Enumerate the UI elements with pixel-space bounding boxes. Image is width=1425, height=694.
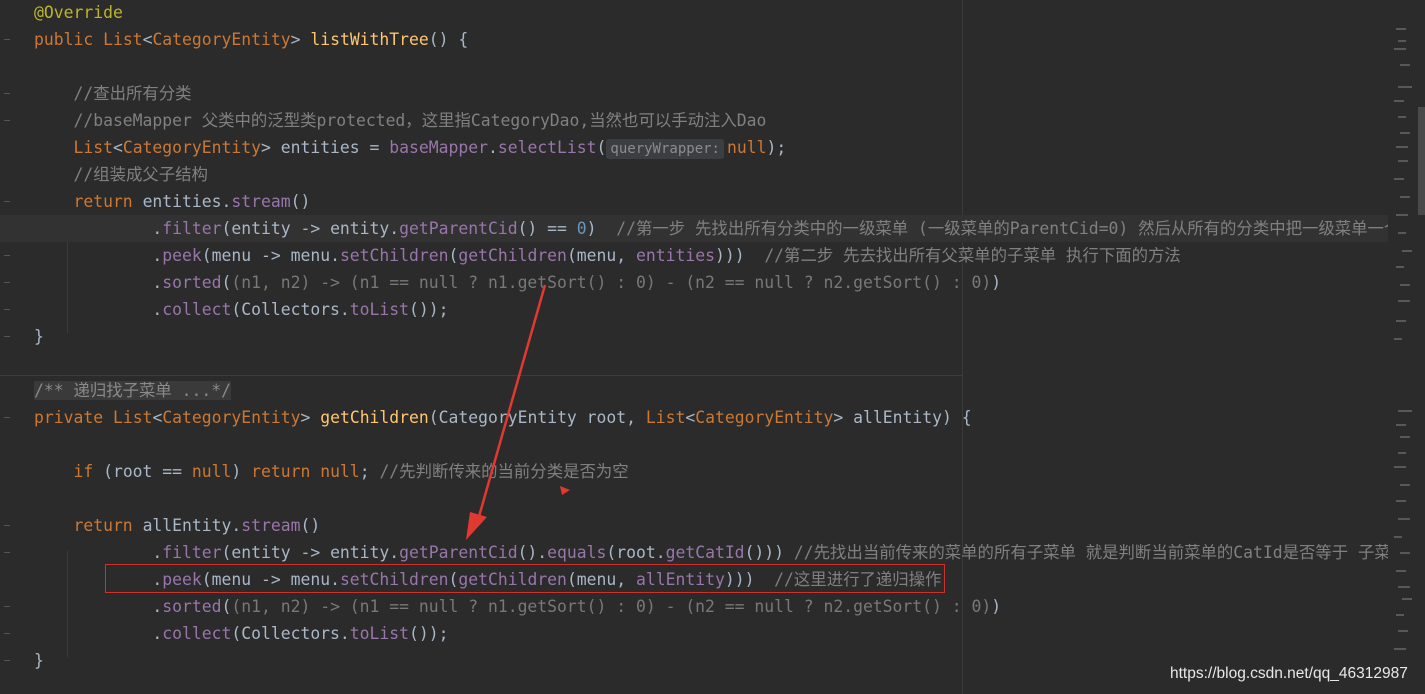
minimap-line <box>1394 648 1406 650</box>
minimap-line <box>1398 116 1406 118</box>
minimap-line <box>1394 338 1402 340</box>
minimap-line <box>1396 266 1404 268</box>
minimap-line <box>1398 518 1410 520</box>
minimap-line <box>1398 232 1406 234</box>
minimap-line <box>1396 214 1408 216</box>
minimap-line <box>1394 466 1406 468</box>
minimap-line <box>1398 410 1412 412</box>
minimap-line <box>1396 614 1404 616</box>
small-red-mark <box>560 486 570 495</box>
minimap-scrollbar[interactable] <box>1388 0 1425 694</box>
minimap-line <box>1400 132 1410 134</box>
minimap-line <box>1398 40 1406 42</box>
minimap-line <box>1400 552 1410 554</box>
minimap-line <box>1400 436 1410 438</box>
minimap-line <box>1394 536 1402 538</box>
minimap-line <box>1398 160 1408 162</box>
minimap-line <box>1402 250 1412 252</box>
minimap-line <box>1394 100 1404 102</box>
watermark: https://blog.csdn.net/qq_46312987 <box>1170 665 1408 682</box>
minimap-line <box>1402 598 1412 600</box>
minimap-line <box>1398 630 1408 632</box>
minimap-line <box>1400 484 1410 486</box>
minimap-line <box>1400 196 1410 198</box>
minimap-line <box>1396 500 1406 502</box>
minimap-line <box>1400 284 1410 286</box>
minimap-line <box>1400 64 1410 66</box>
minimap-line <box>1396 320 1406 322</box>
minimap-line <box>1396 570 1406 572</box>
minimap-line <box>1398 300 1410 302</box>
code-editor[interactable]: @Override public List<CategoryEntity> lis… <box>0 0 1425 694</box>
minimap-line <box>1396 146 1408 148</box>
minimap-line <box>1398 452 1406 454</box>
minimap-line <box>1394 48 1406 50</box>
minimap-line <box>1398 586 1410 588</box>
annotation-arrow <box>466 284 570 540</box>
minimap-line <box>1394 178 1404 180</box>
minimap-line <box>1396 424 1406 426</box>
scrollbar-thumb[interactable] <box>1418 107 1425 215</box>
minimap-line <box>1396 28 1406 30</box>
minimap-line <box>1398 86 1412 88</box>
